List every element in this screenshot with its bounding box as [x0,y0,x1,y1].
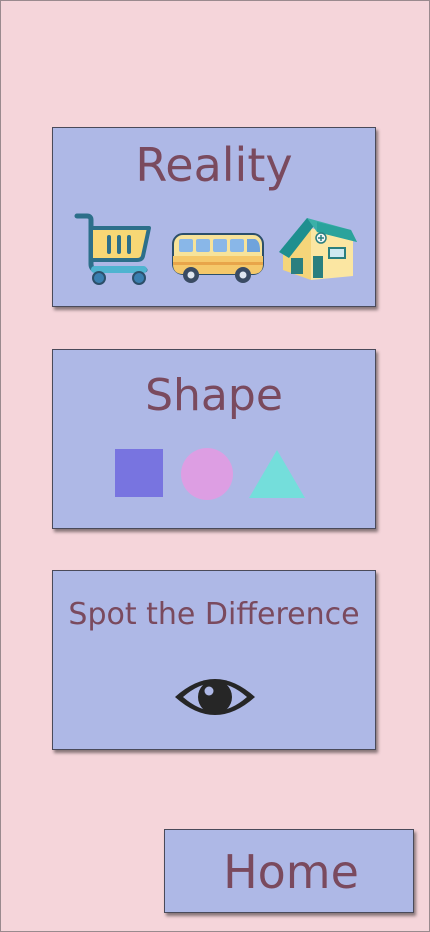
shape-title: Shape [145,370,283,421]
reality-card[interactable]: Reality [52,127,376,307]
shape-card[interactable]: Shape [52,349,376,529]
circle-icon [181,448,233,500]
home-button-label: Home [223,845,359,899]
bus-icon [172,233,264,283]
triangle-icon [249,450,305,498]
square-icon [115,449,163,497]
shopping-cart-icon [74,213,151,285]
spot-the-difference-title: Spot the Difference [68,597,360,632]
house-icon [279,218,357,280]
home-button[interactable]: Home [164,829,414,913]
reality-title: Reality [135,138,293,192]
spot-the-difference-card[interactable]: Spot the Difference [52,570,376,750]
eye-icon [175,679,255,715]
